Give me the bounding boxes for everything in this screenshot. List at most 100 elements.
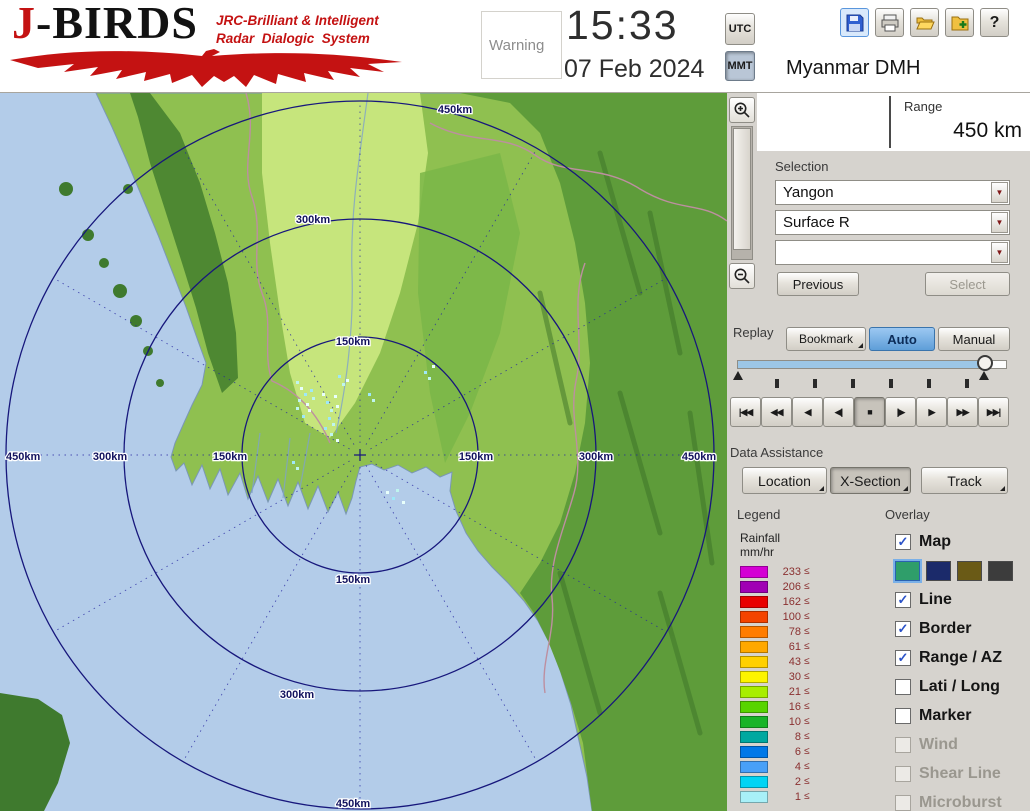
- xsection-button[interactable]: X-Section: [830, 467, 911, 494]
- ring-label: 150km: [213, 451, 247, 463]
- skip-to-end-button[interactable]: ▶▶|: [978, 397, 1009, 427]
- timeline-tick: [889, 379, 893, 388]
- chevron-down-icon[interactable]: ▼: [991, 212, 1008, 233]
- checkbox[interactable]: [895, 795, 911, 811]
- overlay-item-marker: Marker: [895, 704, 1030, 727]
- replay-label: Replay: [733, 325, 773, 340]
- range-divider: [889, 96, 891, 148]
- overlay-item-label: Range / AZ: [919, 649, 1002, 667]
- station-dropdown-value: Yangon: [783, 184, 834, 201]
- legend-color-swatch: [740, 656, 768, 668]
- legend-color-swatch: [740, 671, 768, 683]
- overlay-item-range-az: ✓ Range / AZ: [895, 646, 1030, 669]
- overlay-item-shear-line: Shear Line: [895, 762, 1030, 785]
- warning-indicator[interactable]: Warning: [481, 11, 562, 79]
- ring-label: 150km: [336, 574, 370, 586]
- bookmark-button[interactable]: Bookmark: [786, 327, 866, 351]
- station-dropdown[interactable]: Yangon ▼: [775, 180, 1010, 205]
- help-icon: ?: [990, 14, 1000, 32]
- overlay-item-microburst: Microburst: [895, 791, 1030, 811]
- save-button[interactable]: [840, 8, 869, 37]
- product-dropdown[interactable]: Surface R ▼: [775, 210, 1010, 235]
- overlay-item-line: ✓ Line: [895, 588, 1030, 611]
- chevron-down-icon[interactable]: ▼: [991, 182, 1008, 203]
- checkbox[interactable]: ✓: [895, 621, 911, 637]
- checkbox[interactable]: [895, 766, 911, 782]
- legend-row: 100≤: [740, 609, 810, 624]
- zoom-slider-thumb[interactable]: [733, 128, 751, 250]
- legend-color-swatch: [740, 791, 768, 803]
- legend-color-swatch: [740, 566, 768, 578]
- legend-color-swatch: [740, 746, 768, 758]
- legend-value: 30: [775, 671, 801, 683]
- legend-lte-symbol: ≤: [804, 686, 810, 697]
- map-style-swatch-0[interactable]: [895, 561, 920, 581]
- legend-row: 61≤: [740, 639, 810, 654]
- checkbox[interactable]: ✓: [895, 592, 911, 608]
- checkbox[interactable]: ✓: [895, 650, 911, 666]
- timeline-tick: [851, 379, 855, 388]
- overlay-item-lati-long: Lati / Long: [895, 675, 1030, 698]
- ring-label: 450km: [336, 798, 370, 810]
- zoom-in-button[interactable]: [729, 97, 755, 123]
- select-button[interactable]: Select: [925, 272, 1010, 296]
- legend-value: 78: [775, 626, 801, 638]
- timeline-slider-handle[interactable]: [977, 355, 993, 371]
- map-style-swatch-2[interactable]: [957, 561, 982, 581]
- overlay-item-label: Line: [919, 591, 952, 609]
- track-button[interactable]: Track: [921, 467, 1008, 494]
- skip-to-start-button[interactable]: |◀◀: [730, 397, 761, 427]
- auto-mode-button[interactable]: Auto: [869, 327, 935, 351]
- legend-row: 78≤: [740, 624, 810, 639]
- legend-value: 4: [775, 761, 801, 773]
- overlay-item-label: Wind: [919, 736, 958, 754]
- fast-forward-button[interactable]: ▶▶: [947, 397, 978, 427]
- header-bar: J-BIRDS JRC-Brilliant & IntelligentRadar…: [0, 0, 1030, 93]
- step-back-button[interactable]: ◀|: [823, 397, 854, 427]
- legend-row: 10≤: [740, 714, 810, 729]
- range-value: 450 km: [953, 119, 1022, 143]
- overlay-list: ✓Map✓Line✓Border✓Range / AZLati / LongMa…: [895, 530, 1030, 811]
- chevron-down-icon[interactable]: ▼: [991, 242, 1008, 263]
- help-button[interactable]: ?: [980, 8, 1009, 37]
- location-button[interactable]: Location: [742, 467, 827, 494]
- checkbox[interactable]: [895, 708, 911, 724]
- folder-plus-icon: [950, 13, 970, 33]
- print-icon: [880, 13, 900, 33]
- map-style-swatch-3[interactable]: [988, 561, 1013, 581]
- zoom-slider-track[interactable]: [731, 126, 753, 260]
- overlay-item-label: Microburst: [919, 794, 1002, 811]
- timeline-slider-track[interactable]: [737, 360, 1007, 369]
- radar-map-display: 450km300km150km150km300km450km450km300km…: [0, 93, 727, 811]
- checkbox[interactable]: [895, 679, 911, 695]
- timeline-tick: [927, 379, 931, 388]
- legend-lte-symbol: ≤: [804, 626, 810, 637]
- legend-row: 162≤: [740, 594, 810, 609]
- checkbox[interactable]: ✓: [895, 534, 911, 550]
- mmt-toggle-button[interactable]: MMT: [725, 51, 755, 81]
- utc-toggle-button[interactable]: UTC: [725, 13, 755, 45]
- legend-value: 6: [775, 746, 801, 758]
- stop-button[interactable]: ■: [854, 397, 885, 427]
- timeline-start-marker: [733, 371, 743, 380]
- add-folder-button[interactable]: [945, 8, 974, 37]
- open-file-button[interactable]: [910, 8, 939, 37]
- print-button[interactable]: [875, 8, 904, 37]
- legend-color-swatch: [740, 641, 768, 653]
- timeline-position-marker: [979, 371, 989, 380]
- map-style-swatch-1[interactable]: [926, 561, 951, 581]
- legend-value: 61: [775, 641, 801, 653]
- legend-lte-symbol: ≤: [804, 581, 810, 592]
- fast-rewind-button[interactable]: ◀◀: [761, 397, 792, 427]
- step-forward-button[interactable]: |▶: [885, 397, 916, 427]
- checkbox[interactable]: [895, 737, 911, 753]
- play-button[interactable]: ▶: [916, 397, 947, 427]
- play-reverse-button[interactable]: ◀: [792, 397, 823, 427]
- previous-button[interactable]: Previous: [777, 272, 859, 296]
- zoom-out-button[interactable]: [729, 263, 755, 289]
- manual-mode-button[interactable]: Manual: [938, 327, 1010, 351]
- legend-lte-symbol: ≤: [804, 596, 810, 607]
- option-dropdown[interactable]: ▼: [775, 240, 1010, 265]
- timeline-tick: [813, 379, 817, 388]
- ring-label: 300km: [280, 689, 314, 701]
